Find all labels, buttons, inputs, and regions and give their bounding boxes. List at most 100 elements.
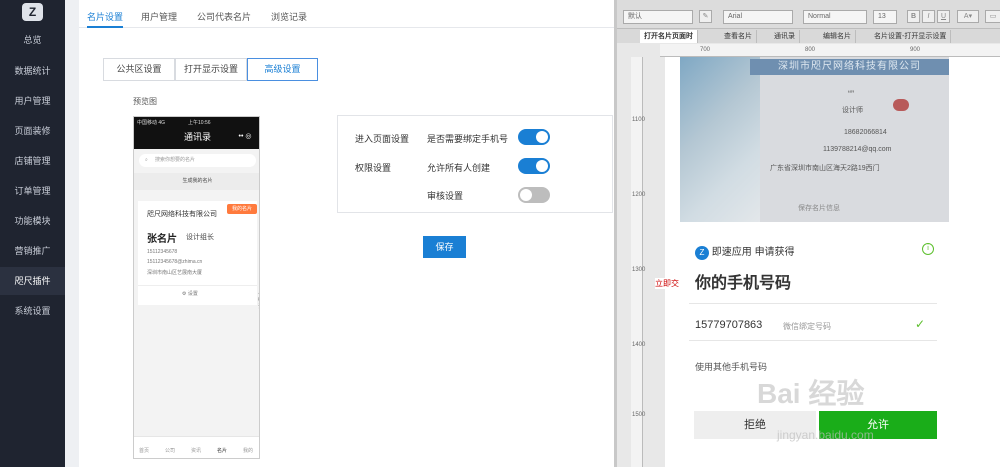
auth-bind-label: 微信绑定号码 bbox=[783, 322, 831, 331]
subtab-public-area[interactable]: 公共区设置 bbox=[103, 58, 175, 81]
preview-label: 预览图 bbox=[133, 97, 157, 106]
phone-title-text: 通讯录 bbox=[183, 132, 211, 142]
generate-card-bar[interactable]: 生成我的名片 bbox=[134, 173, 259, 190]
highlight-icon[interactable]: ▭ bbox=[985, 10, 1000, 23]
card-address: 深圳市南山区艺展南大厦 bbox=[147, 270, 203, 276]
bottom-nav-home[interactable]: 首页 bbox=[139, 447, 149, 454]
bottom-nav-news[interactable]: 资讯 bbox=[191, 447, 201, 454]
font-dropdown[interactable]: Arial bbox=[723, 10, 793, 24]
toggle-allow-create[interactable] bbox=[518, 158, 550, 174]
card-action-settings[interactable]: ⚙ 设置 bbox=[182, 290, 198, 297]
card-pattern bbox=[680, 57, 760, 222]
fish-logo-icon bbox=[893, 99, 909, 111]
toggle-bind-phone[interactable] bbox=[518, 129, 550, 145]
sidebar-item-page-decoration[interactable]: 页面装修 bbox=[0, 117, 65, 145]
sidebar-item-data-stats[interactable]: 数据统计 bbox=[0, 57, 65, 85]
card-email: 15112345678@zhima.cn bbox=[147, 259, 203, 265]
tab-browse-records[interactable]: 浏览记录 bbox=[271, 10, 307, 28]
card-divider bbox=[138, 285, 257, 286]
section-enter-page: 进入页面设置 bbox=[355, 134, 410, 144]
side-note-text: 立即交 bbox=[655, 278, 679, 289]
ruler-v-1200: 1200 bbox=[632, 192, 646, 198]
format-painter-icon[interactable]: ✎ bbox=[699, 10, 712, 23]
opt-allow-create-label: 允许所有人创建 bbox=[427, 163, 491, 173]
auth-app-header: Z 即速应用 申请获得 bbox=[695, 243, 795, 260]
biz-quote: “” bbox=[848, 89, 854, 99]
auth-phone-number[interactable]: 15779707863 bbox=[695, 319, 762, 331]
editor-tab-view-card[interactable]: 查看名片 bbox=[720, 30, 757, 43]
time-text: 上午10:56 bbox=[188, 120, 211, 126]
card-phone: 15112345678 bbox=[147, 249, 178, 255]
weight-dropdown[interactable]: Normal bbox=[803, 10, 867, 24]
biz-save-card: 保存名片信息 bbox=[798, 205, 840, 212]
bottom-nav-company[interactable]: 公司 bbox=[165, 447, 175, 454]
preset-dropdown[interactable]: 默认 bbox=[623, 10, 693, 24]
phone-search-input[interactable]: ⌕ 搜索你想要的名片 bbox=[139, 154, 256, 167]
save-button[interactable]: 保存 bbox=[423, 236, 466, 258]
editor-tab-contacts[interactable]: 通讯录 bbox=[770, 30, 800, 43]
sidebar-item-user-management[interactable]: 用户管理 bbox=[0, 87, 65, 115]
sidebar-item-system-settings[interactable]: 系统设置 bbox=[0, 297, 65, 325]
card-action-stats[interactable]: ♟ 统计 bbox=[258, 290, 259, 310]
auth-divider-2 bbox=[689, 340, 937, 341]
card-position: 设计组长 bbox=[186, 234, 214, 241]
auth-app-name: 即速应用 bbox=[711, 247, 752, 258]
generate-card-label: 生成我的名片 bbox=[182, 178, 213, 184]
tab-company-card[interactable]: 公司代表名片 bbox=[197, 10, 251, 28]
font-color-icon[interactable]: A▾ bbox=[957, 10, 979, 23]
sidebar-item-function-module[interactable]: 功能模块 bbox=[0, 207, 65, 235]
sidebar-item-marketing[interactable]: 营销推广 bbox=[0, 237, 65, 265]
auth-divider bbox=[689, 303, 937, 304]
business-card-preview: 深圳市咫尺网络科技有限公司 “” 设计师 18682066814 1139788… bbox=[680, 57, 949, 222]
sidebar-item-store-management[interactable]: 店铺管理 bbox=[0, 147, 65, 175]
horizontal-ruler: 700 800 900 bbox=[660, 44, 1000, 57]
editor-window: 默认 ✎ Arial Normal 13 B I U A▾ ▭ 打开名片页面时 … bbox=[614, 0, 1000, 467]
card-company: 咫尺网络科技有限公司 bbox=[147, 211, 217, 218]
card-name: 张名片 bbox=[147, 234, 177, 245]
search-placeholder: 搜索你想要的名片 bbox=[155, 157, 196, 163]
watermark-text: Bai 经验 bbox=[757, 378, 865, 409]
biz-email: 1139788214@qq.com bbox=[823, 146, 892, 153]
card-item[interactable]: 咫尺网络科技有限公司 我的名片 张名片 设计组长 15112345678 151… bbox=[138, 201, 259, 310]
biz-role: 设计师 bbox=[842, 107, 863, 114]
phone-title: 通讯录 •• ◎ bbox=[134, 127, 259, 149]
vertical-ruler: 1100 1200 1300 1400 1500 bbox=[631, 57, 646, 467]
biz-address: 广东省深圳市南山区海天2路19西门 bbox=[770, 165, 880, 172]
italic-icon[interactable]: I bbox=[922, 10, 935, 23]
subtab-open-display[interactable]: 打开显示设置 bbox=[175, 58, 247, 81]
tab-user-management[interactable]: 用户管理 bbox=[141, 10, 177, 28]
editor-tab-open-card[interactable]: 打开名片页面时 bbox=[640, 30, 698, 43]
search-icon: ⌕ bbox=[145, 157, 148, 163]
phone-bottom-nav: 首页 公司 资讯 名片 我的 bbox=[134, 436, 259, 458]
size-dropdown[interactable]: 13 bbox=[873, 10, 897, 24]
ruler-h-900: 900 bbox=[910, 47, 921, 53]
phone-preview: 中国移动 4G 上午10:56 通讯录 •• ◎ ⌕ 搜索你想要的名片 生成我的… bbox=[133, 116, 260, 459]
sidebar-item-order-management[interactable]: 订单管理 bbox=[0, 177, 65, 205]
phone-status-bar: 中国移动 4G 上午10:56 bbox=[134, 117, 259, 127]
ruler-v-1300: 1300 bbox=[632, 267, 646, 273]
check-icon: ✓ bbox=[915, 317, 926, 331]
subtab-advanced[interactable]: 高级设置 bbox=[247, 58, 318, 81]
section-permissions: 权限设置 bbox=[355, 163, 392, 173]
editor-tab-card-settings[interactable]: 名片设置-打开显示设置 bbox=[870, 30, 952, 43]
info-icon[interactable]: i bbox=[922, 243, 934, 255]
my-card-badge: 我的名片 bbox=[227, 204, 257, 214]
bottom-nav-card[interactable]: 名片 bbox=[217, 447, 227, 454]
tab-card-settings[interactable]: 名片设置 bbox=[87, 10, 124, 28]
main-panel: 名片设置 用户管理 公司代表名片 浏览记录 公共区设置 打开显示设置 高级设置 … bbox=[79, 0, 614, 467]
biz-company: 深圳市咫尺网络科技有限公司 bbox=[750, 59, 949, 75]
toggle-review[interactable] bbox=[518, 187, 550, 203]
underline-icon[interactable]: U bbox=[937, 10, 950, 23]
settings-box: 进入页面设置 权限设置 是否需要绑定手机号 允许所有人创建 审核设置 bbox=[337, 115, 613, 213]
capsule-icon: •• ◎ bbox=[238, 133, 252, 140]
bold-icon[interactable]: B bbox=[907, 10, 920, 23]
carrier-text: 中国移动 4G bbox=[137, 120, 166, 126]
bottom-nav-me[interactable]: 我的 bbox=[243, 447, 253, 454]
ruler-v-1100: 1100 bbox=[632, 117, 645, 123]
editor-tab-edit-card[interactable]: 编辑名片 bbox=[819, 30, 856, 43]
sidebar-item-overview[interactable]: 总览 bbox=[0, 26, 65, 54]
opt-bind-phone-label: 是否需要绑定手机号 bbox=[427, 134, 509, 144]
sidebar-item-plugins[interactable]: 咫尺插件 bbox=[0, 267, 65, 295]
sidebar: Z 总览 数据统计 用户管理 页面装修 店铺管理 订单管理 功能模块 营销推广 … bbox=[0, 0, 65, 467]
ruler-h-800: 800 bbox=[805, 47, 816, 53]
